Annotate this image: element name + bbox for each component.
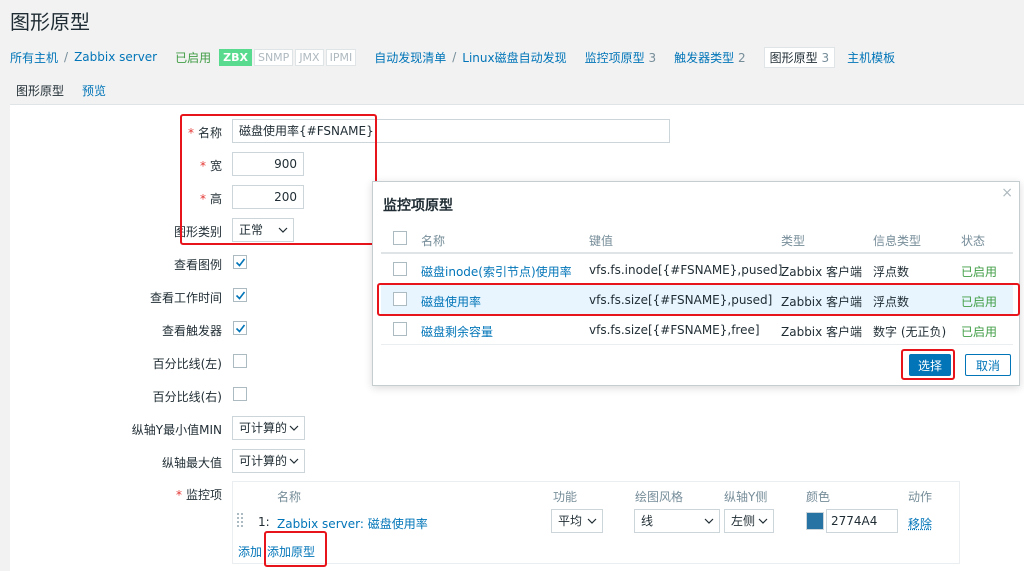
chevron-down-icon xyxy=(704,518,714,524)
items-header-draw-style: 绘图风格 xyxy=(635,490,684,504)
add-item-link[interactable]: 添加 xyxy=(238,543,262,560)
item-prototype-link[interactable]: 磁盘inode(索引节点)使用率 xyxy=(421,263,572,280)
item-type: Zabbix 客户端 xyxy=(781,265,863,279)
show-triggers-label: 查看触发器 xyxy=(161,324,222,338)
breadcrumb-separator: / xyxy=(452,50,457,64)
breadcrumb-discovery-list[interactable]: 自动发现清单 xyxy=(374,49,446,66)
modal-title: 监控项原型 xyxy=(383,198,453,214)
jmx-badge: JMX xyxy=(295,48,324,66)
host-status[interactable]: 已启用 xyxy=(175,49,211,66)
item-key: vfs.fs.inode[{#FSNAME},pused] xyxy=(589,263,783,277)
breadcrumb-graph-prototypes[interactable]: 图形原型 3 xyxy=(763,46,836,68)
function-select[interactable]: 平均 xyxy=(551,509,603,533)
breadcrumb-all-hosts[interactable]: 所有主机 xyxy=(10,49,58,66)
ymin-label: 纵轴Y最小值MIN xyxy=(131,423,222,437)
percentile-right-label: 百分比线(右) xyxy=(152,390,222,404)
chevron-down-icon xyxy=(587,518,597,524)
check-icon xyxy=(235,291,246,300)
item-status: 已启用 xyxy=(961,325,998,339)
drag-handle-icon[interactable] xyxy=(237,513,245,529)
modal-header-info-type: 信息类型 xyxy=(873,234,922,248)
item-info-type: 数字 (无正负) xyxy=(873,325,947,339)
breadcrumb: 所有主机 / Zabbix server 已启用 ZBX SNMP JMX IP… xyxy=(10,46,895,68)
item-prototype-link[interactable]: 磁盘剩余容量 xyxy=(421,323,493,340)
row-checkbox[interactable] xyxy=(393,322,407,336)
chevron-down-icon xyxy=(758,518,768,524)
chevron-down-icon xyxy=(289,425,299,431)
table-row[interactable]: 磁盘inode(索引节点)使用率 vfs.fs.inode[{#FSNAME},… xyxy=(381,255,1013,285)
breadcrumb-item-prototypes[interactable]: 监控项原型 3 xyxy=(585,49,656,66)
breadcrumb-separator: / xyxy=(64,50,69,64)
row-number: 1: xyxy=(258,515,270,529)
show-triggers-checkbox[interactable] xyxy=(233,321,247,335)
item-type: Zabbix 客户端 xyxy=(781,325,863,339)
modal-header-type: 类型 xyxy=(781,234,806,248)
tab-preview[interactable]: 预览 xyxy=(76,80,112,107)
y-side-select[interactable]: 左侧 xyxy=(724,509,774,533)
close-icon[interactable]: × xyxy=(1001,185,1013,201)
page-title: 图形原型 xyxy=(10,10,90,34)
items-label: * 监控项 xyxy=(175,488,222,502)
ipmi-badge: IPMI xyxy=(325,48,357,66)
table-row[interactable]: 磁盘剩余容量 vfs.fs.size[{#FSNAME},free] Zabbi… xyxy=(381,315,1013,345)
chevron-down-icon xyxy=(289,458,299,464)
highlight-box xyxy=(180,114,377,245)
highlight-box xyxy=(264,531,327,567)
breadcrumb-trigger-prototypes[interactable]: 触发器类型 2 xyxy=(674,49,745,66)
snmp-badge: SNMP xyxy=(253,48,294,66)
breadcrumb-host[interactable]: Zabbix server xyxy=(74,50,157,64)
row-checkbox[interactable] xyxy=(393,262,407,276)
show-work-period-label: 查看工作时间 xyxy=(149,291,222,305)
modal-header-status: 状态 xyxy=(961,234,986,248)
tab-bar: 图形原型 预览 xyxy=(10,80,118,107)
items-table: 名称 功能 绘图风格 纵轴Y侧 颜色 动作 1: Zabbix server: … xyxy=(232,481,960,564)
items-header-color: 颜色 xyxy=(806,490,831,504)
remove-link[interactable]: 移除 xyxy=(908,515,932,532)
percentile-left-label: 百分比线(左) xyxy=(152,357,222,371)
ymax-select[interactable]: 可计算的 xyxy=(232,449,305,473)
tab-graph-prototype[interactable]: 图形原型 xyxy=(10,80,71,107)
ymax-label: 纵轴最大值 xyxy=(161,456,222,470)
draw-style-select[interactable]: 线 xyxy=(634,509,720,533)
breadcrumb-host-prototypes[interactable]: 主机模板 xyxy=(847,49,895,66)
percentile-right-checkbox[interactable] xyxy=(233,387,247,401)
breadcrumb-discovery-rule[interactable]: Linux磁盘自动发现 xyxy=(462,49,566,66)
items-header-y-side: 纵轴Y侧 xyxy=(724,490,768,504)
zbx-badge: ZBX xyxy=(219,48,252,66)
color-field[interactable]: 2774A4 xyxy=(826,509,898,533)
item-key: vfs.fs.size[{#FSNAME},free] xyxy=(589,323,760,337)
highlight-box xyxy=(901,349,955,380)
items-header-name: 名称 xyxy=(277,490,302,504)
item-status: 已启用 xyxy=(961,265,998,279)
ymin-select[interactable]: 可计算的 xyxy=(232,416,305,440)
show-work-period-checkbox[interactable] xyxy=(233,288,247,302)
select-all-checkbox[interactable] xyxy=(393,231,407,245)
highlight-box xyxy=(377,283,1020,316)
item-info-type: 浮点数 xyxy=(873,265,910,279)
percentile-left-checkbox[interactable] xyxy=(233,354,247,368)
cancel-button[interactable]: 取消 xyxy=(965,354,1011,376)
modal-table-header: 名称 键值 类型 信息类型 状态 xyxy=(381,224,1013,254)
show-legend-label: 查看图例 xyxy=(173,258,222,272)
item-prototypes-modal: 监控项原型 × 名称 键值 类型 信息类型 状态 磁盘inode(索引节点)使用… xyxy=(372,181,1020,386)
check-icon xyxy=(235,258,246,267)
modal-header-name: 名称 xyxy=(421,234,446,248)
items-header-action: 动作 xyxy=(908,490,933,504)
show-legend-checkbox[interactable] xyxy=(233,255,247,269)
modal-header-key: 键值 xyxy=(589,234,614,248)
item-name-link[interactable]: Zabbix server: 磁盘使用率 xyxy=(277,515,428,532)
color-swatch[interactable] xyxy=(806,512,824,530)
check-icon xyxy=(235,324,246,333)
items-header-function: 功能 xyxy=(553,490,578,504)
